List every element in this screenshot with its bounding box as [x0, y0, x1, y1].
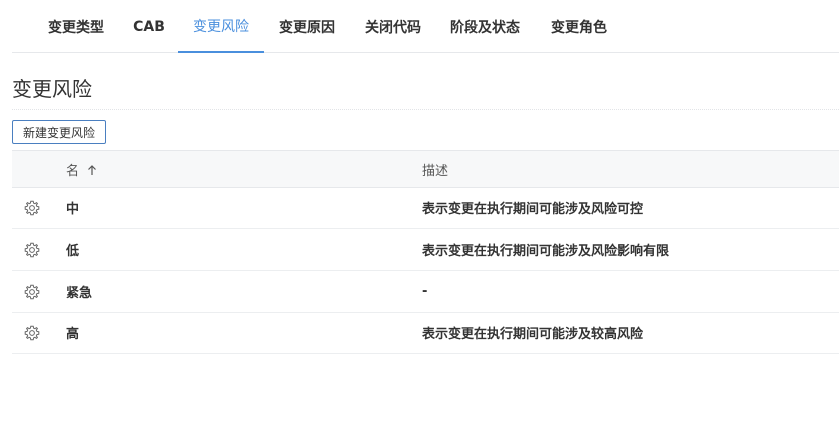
table-row: 高 表示变更在执行期间可能涉及较高风险 [12, 312, 839, 354]
row-description: 表示变更在执行期间可能涉及风险影响有限 [422, 244, 670, 259]
row-description: - [422, 284, 428, 299]
column-header-description[interactable]: 描述 [422, 151, 448, 188]
tab-change-type[interactable]: 变更类型 [36, 0, 116, 53]
gear-icon[interactable] [24, 325, 40, 341]
table-row: 中 表示变更在执行期间可能涉及风险可控 [12, 187, 839, 229]
table-header: 名 描述 [12, 150, 839, 188]
row-description: 表示变更在执行期间可能涉及风险可控 [422, 202, 644, 217]
tab-change-risk[interactable]: 变更风险 [178, 0, 264, 53]
gear-icon[interactable] [24, 242, 40, 258]
arrow-up-icon[interactable] [87, 164, 97, 176]
row-name: 紧急 [66, 286, 93, 301]
row-description: 表示变更在执行期间可能涉及较高风险 [422, 327, 644, 342]
tab-stage-status[interactable]: 阶段及状态 [440, 0, 530, 53]
row-name: 低 [66, 244, 80, 259]
tab-cab[interactable]: CAB [124, 0, 174, 53]
tab-change-role[interactable]: 变更角色 [542, 0, 616, 53]
page-title: 变更风险 [12, 74, 839, 110]
column-header-name-label: 名 [66, 164, 80, 179]
tab-close-code[interactable]: 关闭代码 [356, 0, 430, 53]
new-change-risk-button[interactable]: 新建变更风险 [12, 120, 106, 144]
row-name: 中 [66, 202, 80, 217]
table-row: 低 表示变更在执行期间可能涉及风险影响有限 [12, 229, 839, 271]
gear-icon[interactable] [24, 200, 40, 216]
gear-icon[interactable] [24, 284, 40, 300]
column-header-name[interactable]: 名 [66, 151, 97, 188]
tab-bar: 变更类型 CAB 变更风险 变更原因 关闭代码 阶段及状态 变更角色 [12, 0, 839, 53]
table-row: 紧急 - [12, 271, 839, 313]
tab-change-reason[interactable]: 变更原因 [270, 0, 344, 53]
row-name: 高 [66, 327, 80, 342]
